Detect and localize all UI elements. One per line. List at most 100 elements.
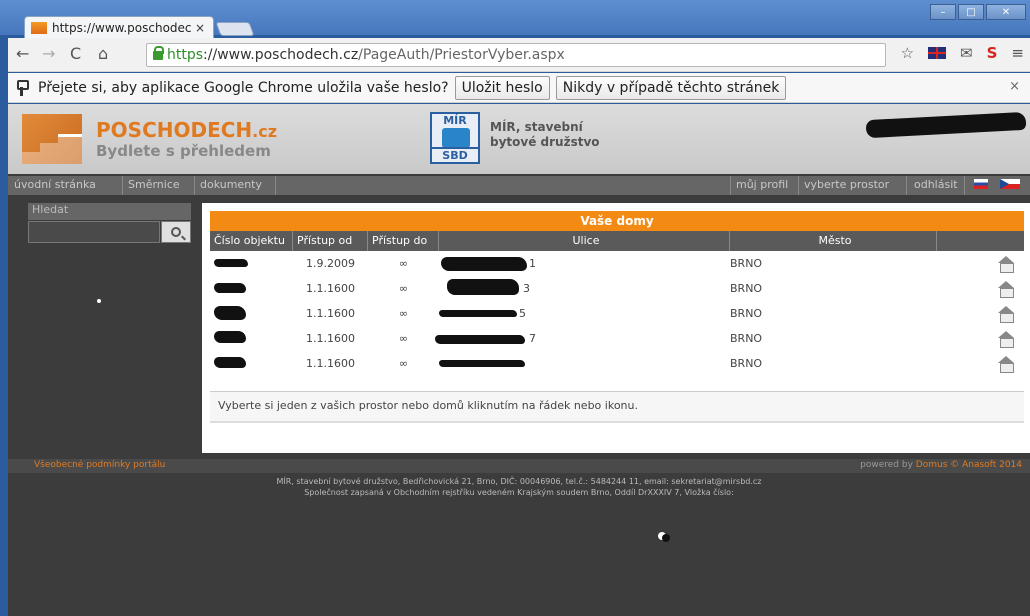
action-cell <box>937 251 1024 276</box>
action-cell <box>937 301 1024 326</box>
tab-close-icon[interactable]: × <box>193 21 207 35</box>
czech-flag-icon[interactable] <box>1000 179 1020 189</box>
acrobat-icon[interactable]: S <box>987 44 998 62</box>
reload-icon[interactable]: C <box>70 44 81 63</box>
nav-select-space[interactable]: vyberte prostor <box>804 178 889 191</box>
terms-link[interactable]: Všeobecné podmínky portálu <box>34 460 165 470</box>
city-cell: BRNO <box>730 257 763 270</box>
nav-divider <box>730 176 731 195</box>
city-cell: BRNO <box>730 332 763 345</box>
save-password-button[interactable]: Uložit heslo <box>454 75 550 100</box>
nav-home[interactable]: úvodní stránka <box>14 178 96 191</box>
street-number: 3 <box>523 282 530 295</box>
house-icon[interactable] <box>996 256 1016 273</box>
browser-tab[interactable]: https://www.poschodec × <box>24 16 214 38</box>
city-cell: BRNO <box>730 282 763 295</box>
minimize-button[interactable]: – <box>930 4 956 20</box>
close-window-button[interactable]: ✕ <box>986 4 1026 20</box>
street-cell <box>439 351 730 376</box>
city-cell: BRNO <box>730 357 763 370</box>
toolbar-extensions: ☆ ✉ S ≡ <box>901 44 1024 62</box>
nav-divider <box>275 176 276 195</box>
house-icon[interactable] <box>996 281 1016 298</box>
table-row[interactable]: 1.1.1600 ∞ 5 BRNO <box>210 301 1024 326</box>
site-header: POSCHODECH.cz Bydlete s přehledem MÍR SB… <box>8 104 1030 174</box>
col-access-to: Přístup do <box>368 231 439 251</box>
back-arrow-icon[interactable]: ← <box>16 44 29 63</box>
nav-divider <box>906 176 907 195</box>
mir-sbd-logo: MÍR SBD <box>430 112 480 164</box>
street-number: 1 <box>529 257 536 270</box>
browser-toolbar: ← → C ⌂ https://www.poschodech.cz/PageAu… <box>8 38 1030 72</box>
action-cell <box>937 351 1024 376</box>
site-tagline: Bydlete s přehledem <box>96 142 271 160</box>
slovak-flag-icon[interactable] <box>974 179 988 189</box>
window-controls: – □ ✕ <box>930 4 1026 20</box>
object-number-cell <box>210 326 293 351</box>
nav-divider <box>194 176 195 195</box>
street-cell: 5 <box>439 301 730 326</box>
nav-documents[interactable]: dokumenty <box>200 178 262 191</box>
table-row[interactable]: 1.1.1600 ∞ BRNO <box>210 351 1024 376</box>
redacted-object-number <box>214 283 246 293</box>
search-label: Hledat <box>28 203 191 220</box>
nav-divider <box>798 176 799 195</box>
powered-by: powered by Domus © Anasoft 2014 <box>860 460 1022 470</box>
key-icon <box>16 79 29 96</box>
redacted-street <box>435 335 525 344</box>
mir-emblem-icon <box>442 128 470 148</box>
never-save-button[interactable]: Nikdy v případě těchto stránek <box>555 75 787 100</box>
access-to-cell: ∞ <box>398 282 409 295</box>
access-from-cell: 1.1.1600 <box>306 307 355 320</box>
forward-arrow-icon[interactable]: → <box>42 44 55 63</box>
action-cell <box>937 326 1024 351</box>
sbd-logo-text: SBD <box>432 147 478 162</box>
selection-hint: Vyberte si jeden z vašich prostor nebo d… <box>210 391 1024 423</box>
access-from-cell: 1.9.2009 <box>306 257 355 270</box>
cursor-dot <box>97 299 101 303</box>
nav-logout[interactable]: odhlásit <box>914 178 958 191</box>
brand-name: POSCHODECH <box>96 118 253 142</box>
url-host: ://www.poschodech.cz <box>203 47 359 63</box>
star-bookmark-icon[interactable]: ☆ <box>901 44 914 62</box>
coop-line-2: bytové družstvo <box>490 135 600 149</box>
coop-line-1: MÍR, stavební <box>490 120 583 134</box>
menu-icon[interactable]: ≡ <box>1011 44 1024 62</box>
access-from-cell: 1.1.1600 <box>306 282 355 295</box>
redacted-street <box>441 257 527 271</box>
nav-my-profile[interactable]: můj profil <box>736 178 788 191</box>
panel-title: Vaše domy <box>210 211 1024 231</box>
footer-line-1: MÍR, stavební bytové družstvo, Bedřichov… <box>276 477 762 486</box>
redacted-user-name <box>865 111 1027 139</box>
search-button[interactable] <box>161 221 191 243</box>
house-icon[interactable] <box>996 331 1016 348</box>
table-row[interactable]: 1.1.1600 ∞ 7 BRNO <box>210 326 1024 351</box>
access-to-cell: ∞ <box>398 357 409 370</box>
site-brand[interactable]: POSCHODECH.cz <box>96 118 277 142</box>
search-input[interactable] <box>28 221 160 243</box>
cooperative-name: MÍR, stavební bytové družstvo <box>490 120 600 150</box>
nav-directives[interactable]: Směrnice <box>128 178 180 191</box>
powered-prefix: powered by <box>860 460 913 470</box>
street-cell: 7 <box>435 326 730 351</box>
table-row[interactable]: 1.9.2009 ∞ 1 BRNO <box>210 251 1024 276</box>
col-object-number: Číslo objektu <box>210 231 293 251</box>
house-icon[interactable] <box>996 356 1016 373</box>
address-bar[interactable]: https://www.poschodech.cz/PageAuth/Pries… <box>146 43 886 67</box>
loading-spinner-icon <box>662 534 670 542</box>
maximize-button[interactable]: □ <box>958 4 984 20</box>
home-icon[interactable]: ⌂ <box>98 44 108 63</box>
uk-flag-icon[interactable] <box>928 47 947 59</box>
main-nav: úvodní stránka Směrnice dokumenty můj pr… <box>8 176 1030 195</box>
redacted-object-number <box>214 306 246 320</box>
password-infobar: Přejete si, aby aplikace Google Chrome u… <box>8 73 1030 103</box>
city-cell: BRNO <box>730 307 763 320</box>
new-tab-button[interactable] <box>215 22 255 36</box>
object-number-cell <box>210 276 293 301</box>
powered-link[interactable]: Domus © Anasoft 2014 <box>916 460 1022 470</box>
house-icon[interactable] <box>996 306 1016 323</box>
table-row[interactable]: 1.1.1600 ∞ 3 BRNO <box>210 276 1024 301</box>
street-number: 7 <box>529 332 536 345</box>
mail-extension-icon[interactable]: ✉ <box>960 44 973 62</box>
infobar-close-icon[interactable]: × <box>1009 79 1020 94</box>
